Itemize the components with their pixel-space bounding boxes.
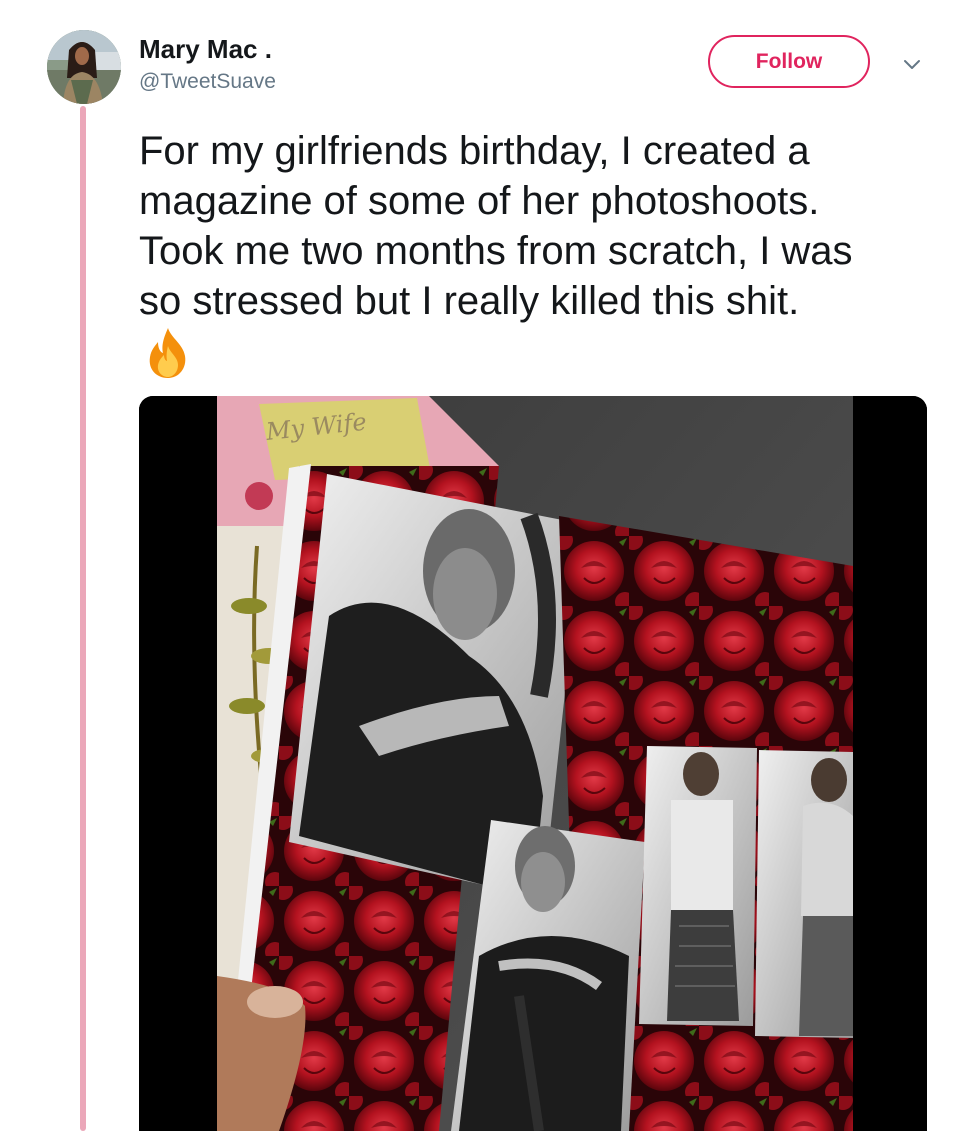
follow-button[interactable]: Follow xyxy=(708,35,870,88)
tweet-text-line: Took me two months from scratch, I was xyxy=(139,229,853,273)
thread-line xyxy=(80,106,86,1131)
avatar[interactable] xyxy=(47,30,121,104)
tweet-media-video[interactable]: My Wife xyxy=(139,396,927,1131)
tweet-text-line: so stressed but I really killed this shi… xyxy=(139,279,800,323)
avatar-image xyxy=(47,30,121,104)
tweet-text-line: magazine of some of her photoshoots. xyxy=(139,179,820,223)
fire-icon xyxy=(141,326,195,380)
tweet-text: For my girlfriends birthday, I created a… xyxy=(139,126,959,326)
author-display-name[interactable]: Mary Mac . xyxy=(139,34,272,65)
author-handle[interactable]: @TweetSuave xyxy=(139,70,276,94)
tweet-text-line: For my girlfriends birthday, I created a xyxy=(139,129,810,173)
video-frame: My Wife xyxy=(139,396,927,1131)
chevron-down-icon[interactable] xyxy=(900,56,924,74)
